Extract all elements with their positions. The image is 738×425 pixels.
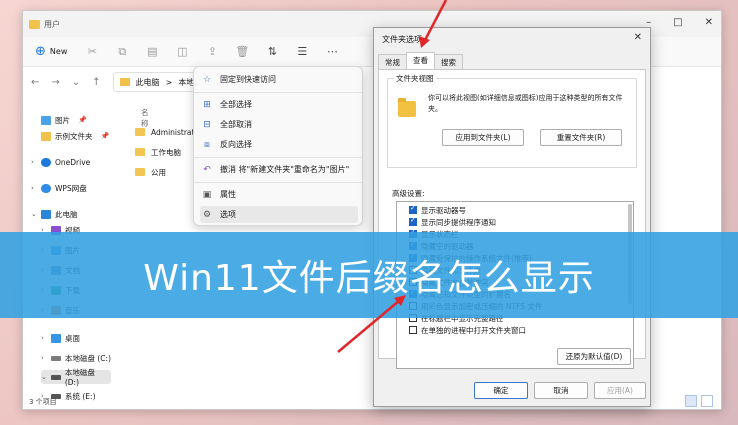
annotation-arrows [337, 0, 448, 353]
arrow-to-view-tab [419, 0, 448, 48]
tab-view[interactable]: 查看 [406, 52, 435, 69]
arrow-to-hide-extensions [337, 295, 406, 353]
